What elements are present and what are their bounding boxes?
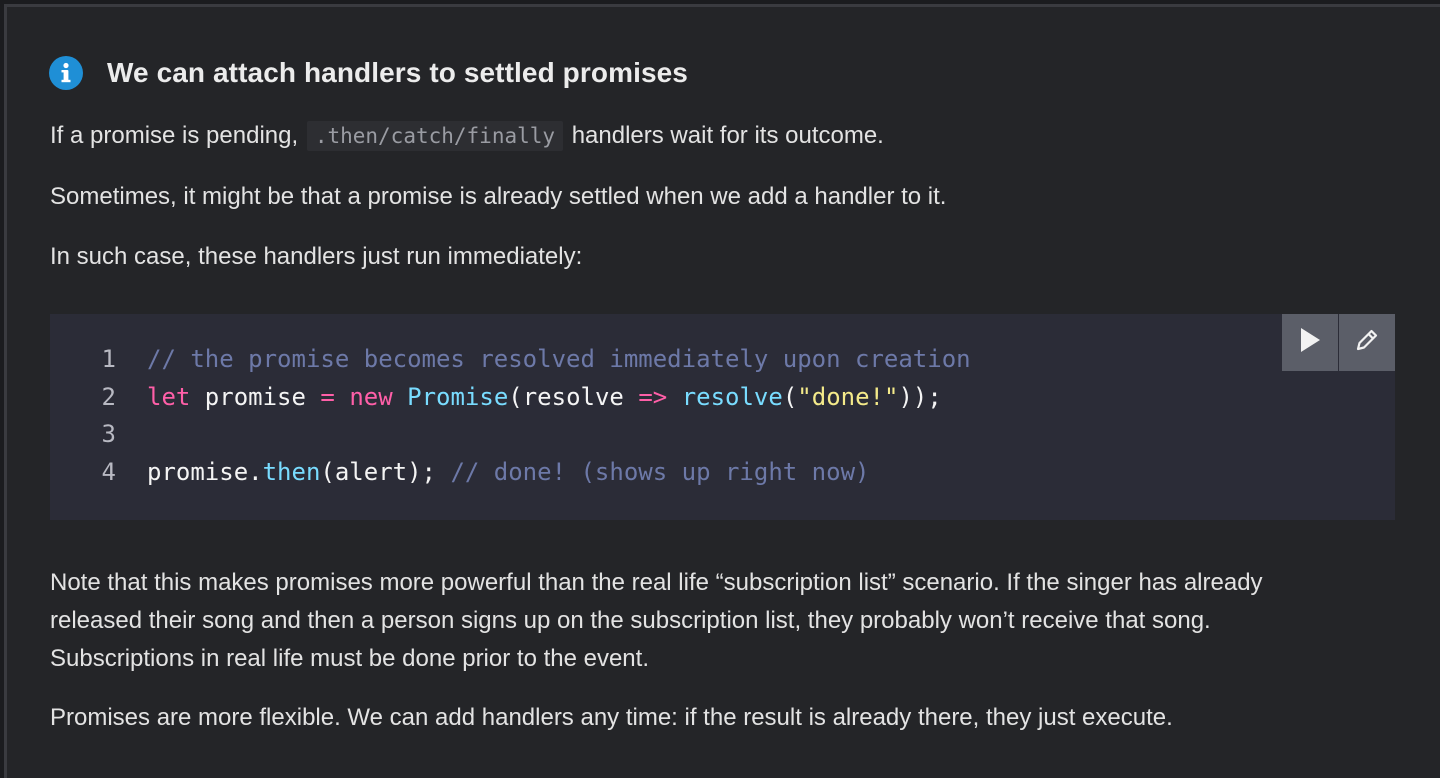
code-line-3: 3 xyxy=(50,416,971,454)
line-number: 1 xyxy=(101,345,116,373)
code-keyword: let xyxy=(147,382,191,411)
info-icon xyxy=(49,56,83,90)
code-string: "done!" xyxy=(797,382,899,411)
line-number: 4 xyxy=(101,457,116,486)
code-line-4: 4 promise. then (alert); // done! (shows u… xyxy=(50,454,971,492)
code-identifier: (resolve xyxy=(508,382,639,411)
paragraph-text: handlers wait for its outcome. xyxy=(571,122,884,149)
notice-title: We can attach handlers to settled promis… xyxy=(107,57,688,88)
code-operator: = xyxy=(320,382,335,411)
paragraph-subscription: Note that this makes promises more power… xyxy=(50,564,1263,678)
paragraph-text: If a promise is pending, xyxy=(50,122,299,149)
run-code-button[interactable] xyxy=(1282,314,1338,371)
info-panel: We can attach handlers to settled promis… xyxy=(4,4,1440,778)
play-icon xyxy=(1297,326,1323,359)
code-comment: // done! (shows up right now) xyxy=(450,457,870,486)
line-number: 2 xyxy=(101,382,116,411)
line-number: 3 xyxy=(101,420,116,448)
code-function: resolve xyxy=(681,382,783,411)
code-punctuation: ( xyxy=(782,382,798,411)
code-line-1: 1 // the promise becomes resolved immedi… xyxy=(50,341,971,379)
code-identifier: promise. xyxy=(147,457,263,486)
code-operator: => xyxy=(638,382,668,411)
paragraph-line: Subscriptions in real life must be done … xyxy=(50,645,649,672)
paragraph-line: released their song and then a person si… xyxy=(50,607,1211,634)
paragraph-line: Note that this makes promises more power… xyxy=(50,569,1263,596)
code-punctuation: )); xyxy=(898,382,942,411)
code-class-name: Promise xyxy=(407,382,509,411)
paragraph-pending: If a promise is pending, .then/catch/fin… xyxy=(50,117,884,155)
code-identifier: promise xyxy=(190,382,321,411)
code-example: 1 // the promise becomes resolved immedi… xyxy=(50,314,1395,520)
paragraph-immediate: In such case, these handlers just run im… xyxy=(50,243,583,270)
code-keyword: new xyxy=(349,382,393,411)
notice-header: We can attach handlers to settled promis… xyxy=(49,53,688,93)
code-identifier: (alert); xyxy=(320,457,451,486)
edit-code-button[interactable] xyxy=(1339,314,1395,371)
inline-code: .then/catch/finally xyxy=(306,121,564,151)
code-toolbar xyxy=(1282,314,1395,371)
code-line-2: 2 let promise = new Promise (resolve => r… xyxy=(50,379,971,417)
pencil-icon xyxy=(1353,326,1381,359)
code-function: then xyxy=(262,457,321,486)
paragraph-flexible: Promises are more flexible. We can add h… xyxy=(50,704,1173,731)
paragraph-settled: Sometimes, it might be that a promise is… xyxy=(50,183,947,210)
code-comment: // the promise becomes resolved immediat… xyxy=(147,345,971,373)
code-lines: 1 // the promise becomes resolved immedi… xyxy=(50,341,971,491)
